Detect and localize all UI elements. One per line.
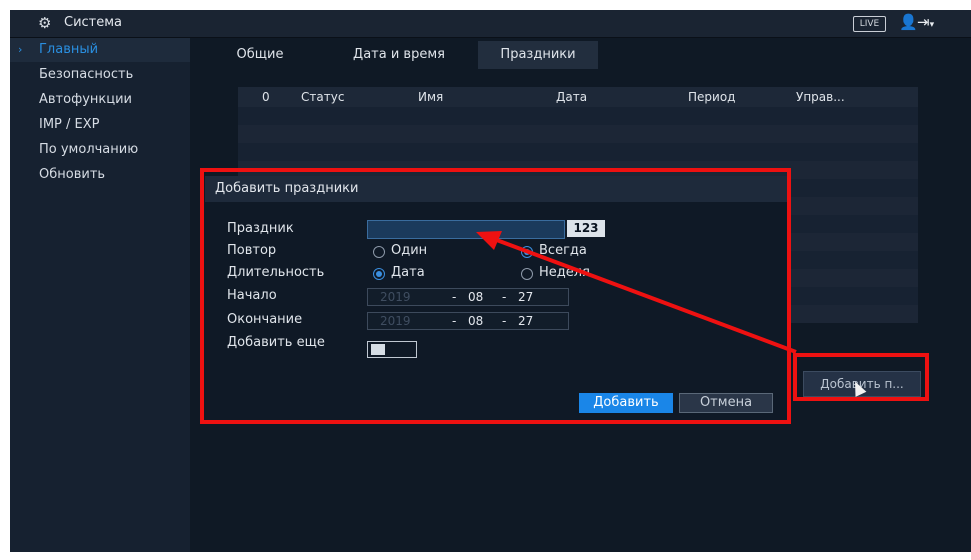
dvr-system-screen: ⚙ Система LIVE 👤 ⇥▾ › Главный Безопаснос…: [10, 10, 971, 552]
column-header-period: Период: [688, 90, 736, 104]
column-header-index: 0: [262, 90, 270, 104]
tab-date-time[interactable]: Дата и время: [340, 41, 458, 69]
column-header-name: Имя: [418, 90, 444, 104]
sidebar-item-label: IMP / EXP: [39, 117, 100, 132]
sidebar-item-label: Главный: [39, 42, 99, 57]
column-header-status: Статус: [301, 90, 345, 104]
table-header: 0 Статус Имя Дата Период Управ...: [238, 87, 918, 107]
logout-icon[interactable]: ⇥▾: [917, 13, 934, 34]
chevron-right-icon: ›: [18, 43, 23, 56]
sidebar-item-label: Автофункции: [39, 92, 132, 107]
sidebar: › Главный Безопасность Автофункции IMP /…: [10, 38, 190, 552]
sidebar-item-general[interactable]: › Главный: [10, 38, 190, 62]
sidebar-item-label: По умолчанию: [39, 142, 139, 157]
sidebar-item-label: Безопасность: [39, 67, 134, 82]
sidebar-item-defaults[interactable]: По умолчанию: [10, 138, 190, 162]
tab-general[interactable]: Общие: [220, 41, 300, 69]
live-button[interactable]: LIVE: [853, 16, 886, 32]
page-title: Система: [64, 15, 123, 30]
highlight-frame-dialog: [200, 168, 791, 424]
top-bar: ⚙ Система LIVE 👤 ⇥▾: [10, 10, 971, 38]
table-row: [238, 143, 918, 161]
column-header-manage: Управ...: [796, 90, 845, 104]
sidebar-item-update[interactable]: Обновить: [10, 163, 190, 187]
sidebar-item-security[interactable]: Безопасность: [10, 63, 190, 87]
sidebar-item-label: Обновить: [39, 167, 106, 182]
column-header-date: Дата: [556, 90, 588, 104]
user-icon[interactable]: 👤: [899, 13, 918, 31]
table-row: [238, 125, 918, 143]
gear-icon: ⚙: [38, 14, 52, 32]
table-row: [238, 107, 918, 125]
sidebar-item-imp-exp[interactable]: IMP / EXP: [10, 113, 190, 137]
tab-holidays[interactable]: Праздники: [478, 41, 598, 69]
sidebar-item-autofunctions[interactable]: Автофункции: [10, 88, 190, 112]
